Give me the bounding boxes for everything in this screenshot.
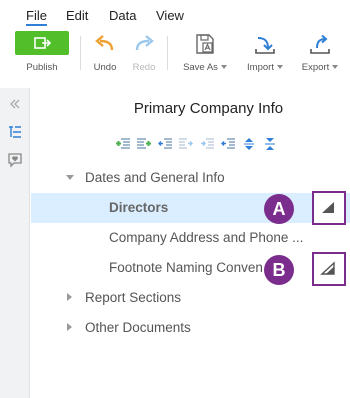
tree-item-footnote-naming[interactable]: Footnote Naming Conven [31,253,350,283]
redo-button[interactable]: Redo [128,30,160,78]
undo-icon [95,35,114,51]
toolbar: Publish Undo Redo Save As Import Export [0,30,350,78]
menu-edit[interactable]: Edit [66,8,88,23]
outdent-icon[interactable] [157,136,173,152]
tree-item-label: Directors [109,200,169,215]
collapsed-triangle-icon[interactable] [67,293,72,301]
tree-section-label: Other Documents [85,320,191,335]
publish-icon [15,31,69,55]
redo-label: Redo [132,62,156,73]
menu-bar: File Edit Data View [0,0,350,30]
tree-item-company-address[interactable]: Company Address and Phone ... [31,223,350,253]
menu-data[interactable]: Data [109,8,136,23]
move-in-icon[interactable] [199,136,215,152]
import-label: Import [247,62,274,73]
save-as-button[interactable]: Save As [178,30,232,78]
tree-item-label: Footnote Naming Conven [109,260,263,275]
add-section-before-icon[interactable] [115,136,131,152]
export-icon [310,34,330,54]
callout-box-b [312,252,346,286]
outline-panel: Primary Company Info Dates and General I… [31,88,350,398]
save-as-icon [196,34,214,54]
collapse-all-icon[interactable] [262,136,278,152]
export-button[interactable]: Export [295,30,345,78]
tree-section-report[interactable]: Report Sections [31,283,350,313]
save-as-label: Save As [183,62,218,73]
tree-section-label: Report Sections [85,290,182,305]
callout-badge-b: B [264,255,294,285]
toolbar-divider [80,36,81,70]
move-out-icon[interactable] [220,136,236,152]
undo-button[interactable]: Undo [90,30,120,78]
redo-icon [135,35,154,51]
indent-icon[interactable] [178,136,194,152]
import-icon [255,37,275,54]
chevron-down-icon [220,65,227,70]
collapse-chevrons-icon[interactable] [7,96,23,112]
collapsed-triangle-icon[interactable] [67,323,72,331]
document-status-filled-icon[interactable] [314,193,343,222]
expand-triangle-icon[interactable] [66,175,74,180]
publish-button[interactable]: Publish [15,30,69,78]
toolbar-divider [167,36,168,70]
menu-view[interactable]: View [156,8,184,23]
undo-label: Undo [93,62,117,73]
document-status-partial-icon[interactable] [314,254,343,283]
comments-icon[interactable] [7,152,23,168]
tree-section-label: Dates and General Info [85,170,225,185]
outline-icon[interactable] [7,124,23,140]
callout-badge-a: A [264,194,294,224]
chevron-down-icon [332,65,339,70]
add-section-after-icon[interactable] [136,136,152,152]
panel-title: Primary Company Info [133,100,284,117]
expand-all-icon[interactable] [241,136,257,152]
export-label: Export [301,62,330,73]
tree-item-directors[interactable]: Directors [31,193,350,223]
callout-box-a [312,191,346,225]
tree-item-label: Company Address and Phone ... [109,230,304,245]
publish-label: Publish [26,62,58,73]
chevron-down-icon [276,65,283,70]
import-button[interactable]: Import [240,30,290,78]
tree-section-other[interactable]: Other Documents [31,313,350,343]
menu-file[interactable]: File [26,8,47,26]
tree-section-dates[interactable]: Dates and General Info [31,163,350,193]
left-rail [0,88,30,398]
